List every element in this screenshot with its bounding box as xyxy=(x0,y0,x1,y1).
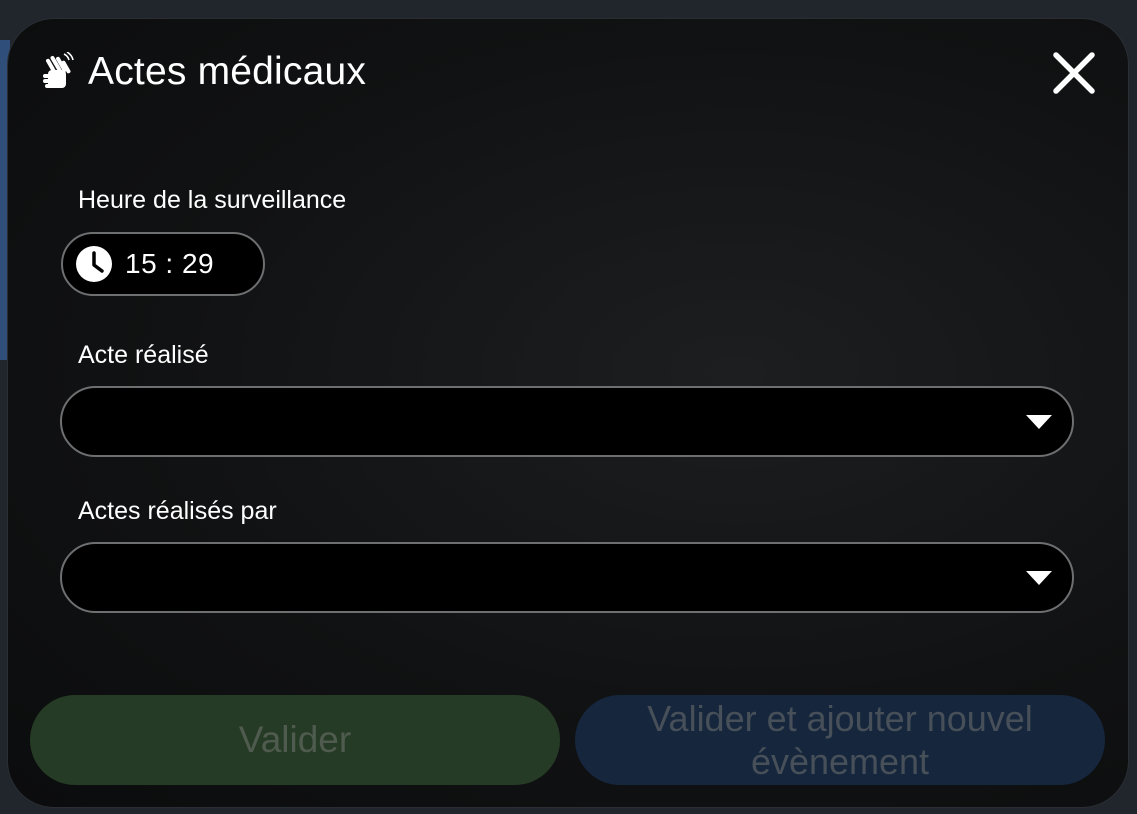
time-label: Heure de la surveillance xyxy=(78,186,347,214)
dialog-title: Actes médicaux xyxy=(88,50,367,93)
performed-by-select[interactable] xyxy=(60,542,1074,613)
close-button[interactable] xyxy=(1050,49,1098,97)
performed-by-label: Actes réalisés par xyxy=(78,497,277,525)
medical-acts-dialog: Actes médicaux Heure de la surveillance … xyxy=(8,19,1128,807)
close-icon xyxy=(1053,52,1095,94)
validate-button[interactable]: Valider xyxy=(30,695,560,785)
time-picker[interactable]: 15 : 29 xyxy=(61,232,265,296)
act-select[interactable] xyxy=(60,386,1074,457)
caret-down-icon xyxy=(1026,415,1052,429)
caret-down-icon xyxy=(1026,571,1052,585)
act-label: Acte réalisé xyxy=(78,341,209,369)
time-value: 15 : 29 xyxy=(125,248,215,279)
clock-icon xyxy=(76,246,112,282)
hand-wave-icon xyxy=(40,51,74,92)
validate-and-add-button[interactable]: Valider et ajouter nouvel évènement xyxy=(575,695,1105,785)
dialog-header: Actes médicaux xyxy=(40,49,366,95)
